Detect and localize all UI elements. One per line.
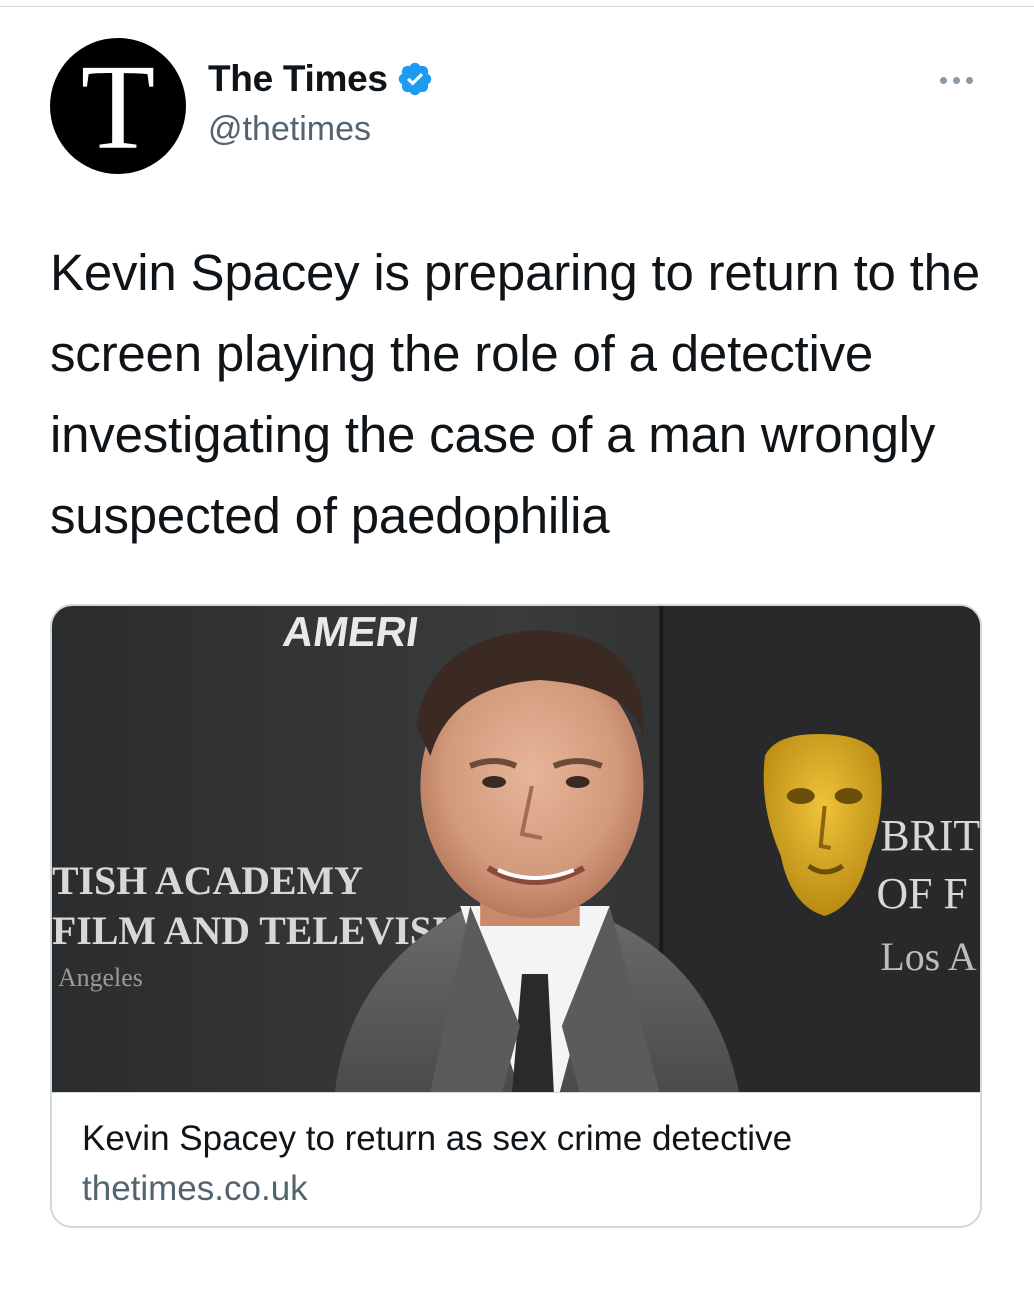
- backdrop-top-text: AMERI: [280, 608, 421, 655]
- backdrop-left-line1: TISH ACADEMY: [52, 858, 363, 903]
- tweet-text: Kevin Spacey is preparing to return to t…: [50, 244, 980, 544]
- author-name-row[interactable]: The Times: [208, 58, 434, 100]
- backdrop-right-line3: Los A: [880, 934, 976, 979]
- verified-badge-icon: [398, 62, 431, 96]
- link-card-footer[interactable]: Kevin Spacey to return as sex crime dete…: [52, 1092, 980, 1226]
- backdrop-left-line3: Angeles: [58, 963, 143, 992]
- avatar[interactable]: T: [50, 38, 186, 174]
- news-photo[interactable]: AMERI TISH ACADEMY FILM AND TELEVISION A…: [52, 606, 980, 1092]
- backdrop-right-line1: BRIT: [880, 812, 980, 860]
- link-card-title[interactable]: Kevin Spacey to return as sex crime dete…: [82, 1119, 792, 1159]
- author-handle[interactable]: @thetimes: [208, 110, 371, 149]
- avatar-letter: T: [80, 40, 156, 175]
- author-display-name[interactable]: The Times: [208, 58, 388, 100]
- ellipsis-icon[interactable]: [926, 62, 986, 98]
- tweet-screen: T The Times @thetimes Kevin Spacey is pr…: [0, 0, 1034, 1293]
- divider: [0, 6, 1034, 7]
- backdrop-right-line2: OF F: [876, 870, 967, 918]
- link-card[interactable]: AMERI TISH ACADEMY FILM AND TELEVISION A…: [50, 604, 982, 1228]
- link-card-domain[interactable]: thetimes.co.uk: [82, 1169, 308, 1209]
